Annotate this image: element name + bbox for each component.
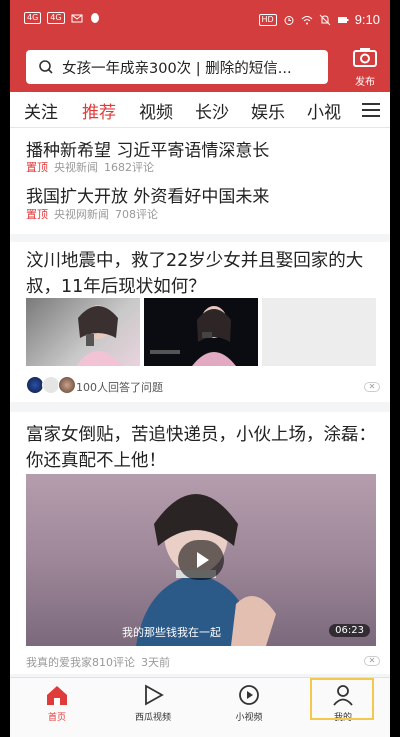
channel-tabs: 关注 推荐 视频 长沙 娱乐 小视 (10, 92, 390, 128)
woman-photo-2 (150, 306, 236, 366)
comment-count: 810评论 (92, 656, 135, 669)
search-bar[interactable]: 女孩一年成亲300次 | 删除的短信... (26, 50, 328, 84)
headline-source: 央视网新闻 (54, 208, 109, 221)
comment-count: 708评论 (115, 208, 158, 221)
qq-icon (90, 13, 99, 23)
publish-time: 3天前 (141, 656, 170, 669)
tab-changsha[interactable]: 长沙 (195, 98, 229, 123)
play-button[interactable] (178, 540, 224, 580)
phone-screen: 4G 4G HD 9:10 女孩一年成亲300次 | 删除的短信... 发布 关… (10, 0, 390, 737)
alarm-icon (284, 15, 294, 25)
dismiss-button[interactable]: ✕ (364, 656, 380, 666)
signal-4g-indicator: 4G (24, 12, 42, 24)
thumbnail-image-2 (144, 298, 258, 366)
video-subtitle: 我的那些钱我在一起 (122, 626, 221, 639)
publish-label: 发布 (355, 77, 375, 88)
video-meta: 我真的爱我家810评论 3天前 (26, 654, 176, 670)
bottom-nav: 首页 西瓜视频 小视频 我的 (10, 677, 390, 737)
wifi-icon (301, 15, 313, 24)
play-icon (197, 552, 209, 568)
tab-mini-video[interactable]: 小视 (307, 98, 341, 123)
headline-title: 播种新希望 习近平寄语情深意长 (26, 141, 270, 161)
dismiss-button[interactable]: ✕ (364, 382, 380, 392)
tab-entertainment[interactable]: 娱乐 (251, 98, 285, 123)
nav-mini-video[interactable]: 小视频 (214, 684, 284, 723)
qa-title: 汶川地震中，救了22岁少女并且娶回家的大叔，11年后现状如何？ (26, 251, 364, 297)
app-header: 女孩一年成亲300次 | 删除的短信... 发布 (10, 42, 390, 92)
mute-icon (319, 14, 331, 25)
channel-menu-icon[interactable] (362, 103, 380, 117)
nav-label: 小视频 (235, 713, 263, 723)
qa-card[interactable]: 汶川地震中，救了22岁少女并且娶回家的大叔，11年后现状如何？ 100人回答了问… (10, 242, 390, 402)
clock: 9:10 (354, 12, 380, 27)
answers-count: 100人回答了问题 (76, 381, 163, 394)
status-bar: 4G 4G HD 9:10 (10, 0, 390, 42)
video-card[interactable]: 富家女倒贴，苦追快递员，小伙上场，涂磊：你还真配不上他！ 我的那些钱我在一起 0… (10, 412, 390, 674)
qa-thumbnails (26, 298, 376, 366)
comment-count: 1682评论 (104, 161, 154, 174)
headline-source: 央视新闻 (54, 161, 98, 174)
publish-button[interactable]: 发布 (348, 46, 382, 88)
thumbnail-image-1 (26, 298, 140, 366)
search-placeholder: 女孩一年成亲300次 | 删除的短信... (62, 60, 292, 77)
nav-home[interactable]: 首页 (22, 684, 92, 723)
hd-badge: HD (258, 13, 277, 26)
search-icon (39, 60, 53, 74)
nav-label: 西瓜视频 (134, 713, 171, 723)
headline-meta: 置顶 央视网新闻 708评论 (26, 206, 164, 222)
headline-meta: 置顶 央视新闻 1682评论 (26, 159, 160, 175)
pinned-badge: 置顶 (26, 208, 48, 221)
email-icon (71, 14, 83, 23)
thumbnail-placeholder (262, 298, 376, 366)
tab-recommended[interactable]: 推荐 (82, 98, 116, 123)
camera-icon (353, 48, 377, 67)
play-triangle-icon (145, 684, 164, 706)
selection-highlight (310, 678, 374, 720)
tab-video[interactable]: 视频 (139, 98, 173, 123)
pinned-badge: 置顶 (26, 161, 48, 174)
video-player[interactable]: 我的那些钱我在一起 06:23 (26, 474, 376, 646)
video-duration: 06:23 (329, 624, 370, 637)
mini-video-icon (239, 685, 259, 705)
pinned-headlines: 播种新希望 习近平寄语情深意长 置顶 央视新闻 1682评论 我国扩大开放 外资看好… (10, 128, 390, 234)
nav-label: 首页 (47, 713, 66, 723)
woman-photo-1 (76, 305, 122, 366)
battery-icon (337, 16, 349, 23)
video-title: 富家女倒贴，苦追快递员，小伙上场，涂磊：你还真配不上他！ (26, 425, 376, 471)
nav-xigua-video[interactable]: 西瓜视频 (118, 684, 188, 723)
avatar (58, 376, 76, 394)
tab-follow[interactable]: 关注 (24, 98, 58, 123)
headline-title: 我国扩大开放 外资看好中国未来 (26, 187, 270, 207)
video-source: 我真的爱我家 (26, 656, 92, 669)
signal-4g-indicator-2: 4G (47, 12, 65, 24)
home-icon (47, 686, 67, 705)
